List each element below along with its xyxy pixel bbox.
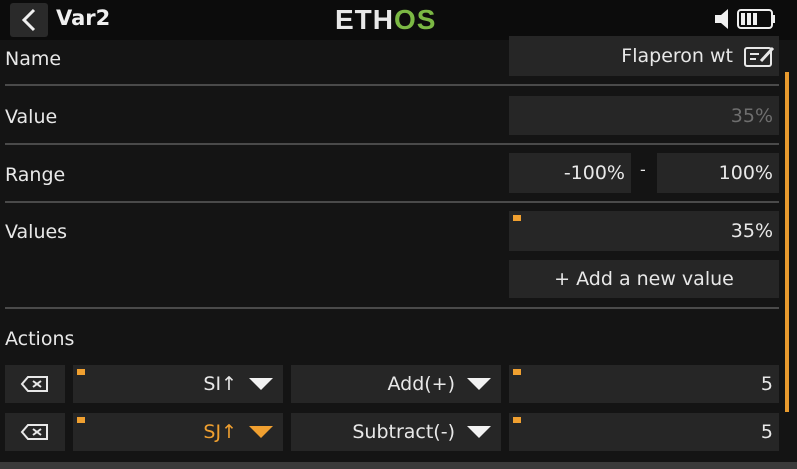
actions-label: Actions	[5, 328, 75, 350]
page-title: Var2	[56, 6, 111, 30]
logo-prefix: ETH	[335, 4, 394, 35]
add-value-button[interactable]: + Add a new value	[509, 260, 779, 298]
name-label: Name	[5, 48, 62, 70]
scrollbar[interactable]	[785, 72, 789, 412]
delete-action-button[interactable]	[5, 365, 65, 403]
battery-icon[interactable]	[737, 7, 777, 31]
operation-select[interactable]: Subtract(-)	[291, 413, 501, 451]
divider	[5, 307, 779, 309]
divider	[5, 84, 779, 86]
divider	[5, 143, 779, 145]
operation-value: Add(+)	[387, 373, 455, 395]
top-bar: Var2 ETHOS	[0, 0, 797, 40]
values-item-field[interactable]: 35%	[509, 211, 779, 251]
drag-handle-icon[interactable]	[513, 369, 521, 375]
content-area: Name Flaperon wt Value 35% Range -100% -…	[0, 36, 797, 462]
delete-action-button[interactable]	[5, 413, 65, 451]
amount-field[interactable]: 5	[509, 413, 779, 451]
bottom-bar	[0, 462, 797, 469]
values-label: Values	[5, 221, 68, 243]
value-field: 35%	[509, 96, 779, 135]
range-label: Range	[5, 164, 66, 186]
edit-icon	[744, 46, 775, 67]
drag-handle-icon[interactable]	[77, 369, 85, 375]
values-item-value: 35%	[730, 220, 773, 242]
range-min-field[interactable]: -100%	[509, 153, 631, 193]
speaker-icon[interactable]	[713, 7, 733, 31]
value-label: Value	[5, 106, 58, 128]
operation-select[interactable]: Add(+)	[291, 365, 501, 403]
switch-select[interactable]: SJ↑	[73, 413, 283, 451]
drag-handle-icon[interactable]	[513, 215, 521, 221]
switch-select[interactable]: SI↑	[73, 365, 283, 403]
chevron-down-icon	[467, 426, 491, 438]
amount-value: 5	[760, 421, 773, 443]
logo-suffix: OS	[394, 4, 437, 35]
chevron-down-icon	[249, 426, 273, 438]
status-icons	[713, 7, 777, 31]
delete-icon	[20, 376, 48, 392]
ethos-logo: ETHOS	[335, 4, 436, 36]
name-field[interactable]: Flaperon wt	[509, 36, 779, 76]
drag-handle-icon[interactable]	[77, 417, 85, 423]
operation-value: Subtract(-)	[352, 421, 455, 443]
amount-value: 5	[760, 373, 773, 395]
range-separator: -	[640, 160, 646, 179]
switch-value: SI↑	[203, 373, 237, 395]
drag-handle-icon[interactable]	[513, 417, 521, 423]
back-button[interactable]	[10, 3, 48, 37]
chevron-down-icon	[467, 378, 491, 390]
chevron-down-icon	[249, 378, 273, 390]
delete-icon	[20, 424, 48, 440]
switch-value: SJ↑	[203, 421, 237, 443]
divider	[5, 201, 779, 203]
name-value: Flaperon wt	[621, 45, 733, 67]
range-max-field[interactable]: 100%	[657, 153, 779, 193]
chevron-left-icon	[21, 8, 36, 32]
amount-field[interactable]: 5	[509, 365, 779, 403]
